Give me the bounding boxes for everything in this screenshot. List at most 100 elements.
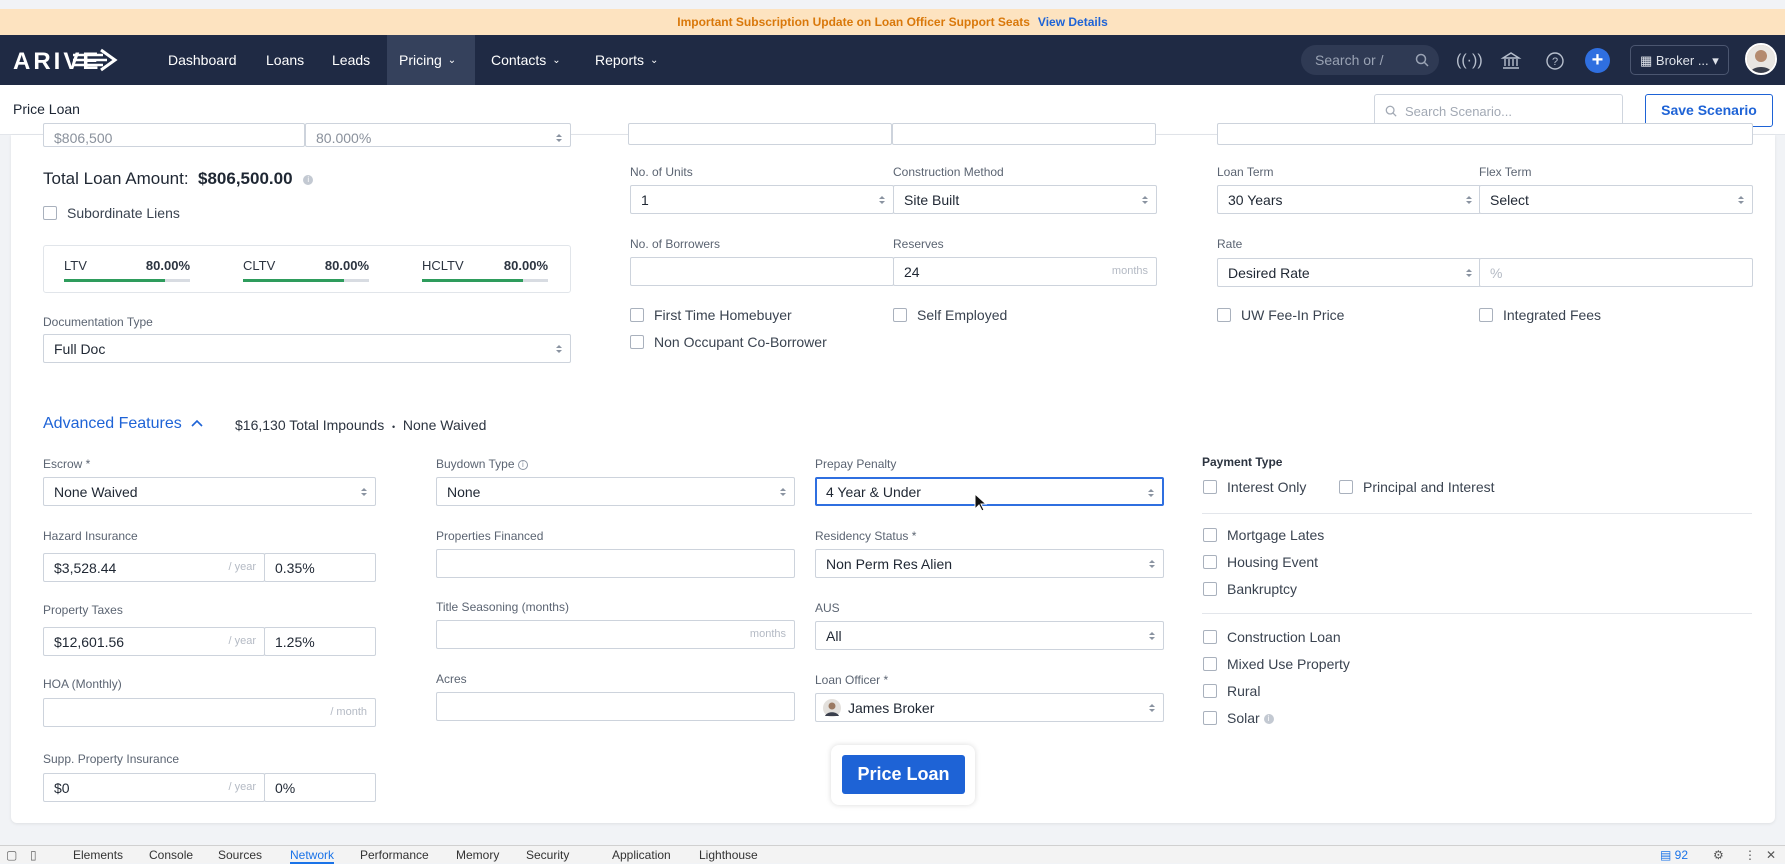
price-loan-button[interactable]: Price Loan xyxy=(842,755,965,794)
message-badge[interactable]: ▤ 92 xyxy=(1660,848,1688,862)
flex-term-select[interactable]: Select xyxy=(1479,185,1753,214)
cltv-meter: CLTV 80.00% xyxy=(243,258,369,282)
device-toggle-icon[interactable]: ▯ xyxy=(30,848,37,862)
loan-purpose-field[interactable] xyxy=(1217,123,1753,145)
solar-checkbox[interactable] xyxy=(1203,711,1217,725)
devtools-tab-memory[interactable]: Memory xyxy=(456,848,499,862)
loan-term-select[interactable]: 30 Years xyxy=(1217,185,1481,214)
ltv-percent-field[interactable]: 80.000% xyxy=(305,123,571,147)
devtools-tab-performance[interactable]: Performance xyxy=(360,848,429,862)
rate-input[interactable]: % xyxy=(1479,258,1753,287)
user-avatar[interactable] xyxy=(1745,43,1777,75)
price-loan-container: Price Loan xyxy=(831,745,975,805)
units-label: No. of Units xyxy=(630,165,693,179)
hoa-input[interactable]: / month xyxy=(43,698,376,727)
self-employed-label: Self Employed xyxy=(917,307,1008,323)
chevron-down-icon: ⌄ xyxy=(552,54,561,66)
nav-dashboard[interactable]: Dashboard xyxy=(156,35,249,85)
devtools-tab-lighthouse[interactable]: Lighthouse xyxy=(699,848,758,862)
subordinate-liens-checkbox[interactable] xyxy=(43,206,57,220)
construction-loan-checkbox[interactable] xyxy=(1203,630,1217,644)
acres-input[interactable] xyxy=(436,692,795,721)
nav-contacts[interactable]: Contacts ⌄ xyxy=(479,35,573,85)
buydown-select[interactable]: None xyxy=(436,477,795,506)
property-type-field[interactable] xyxy=(892,123,1156,145)
devtools-tab-sources[interactable]: Sources xyxy=(218,848,262,862)
housing-event-label: Housing Event xyxy=(1227,554,1319,570)
interest-only-checkbox[interactable] xyxy=(1203,480,1217,494)
integrated-fees-checkbox[interactable] xyxy=(1479,308,1493,322)
hazard-amount-input[interactable]: $3,528.44/ year xyxy=(43,553,265,582)
supp-amount-input[interactable]: $0/ year xyxy=(43,773,265,802)
doc-type-select[interactable]: Full Doc xyxy=(43,334,571,363)
hazard-percent-input[interactable]: 0.35% xyxy=(264,553,376,582)
inspect-icon[interactable]: ▢ xyxy=(6,848,17,862)
close-icon[interactable]: ✕ xyxy=(1766,848,1776,862)
divider xyxy=(1202,613,1752,614)
title-seasoning-label: Title Seasoning (months) xyxy=(436,600,569,614)
officer-avatar xyxy=(823,699,841,717)
mixed-use-checkbox[interactable] xyxy=(1203,657,1217,671)
help-icon[interactable]: ? xyxy=(1544,50,1566,72)
reserves-label: Reserves xyxy=(893,237,944,251)
loan-amount-field[interactable]: $806,500 xyxy=(43,123,305,147)
borrowers-label: No. of Borrowers xyxy=(630,237,721,251)
aus-select[interactable]: All xyxy=(815,621,1164,650)
subordinate-liens-label: Subordinate Liens xyxy=(67,205,180,221)
global-search-input[interactable]: Search or / xyxy=(1301,45,1439,75)
gear-icon[interactable]: ⚙ xyxy=(1713,848,1724,862)
devtools-tab-elements[interactable]: Elements xyxy=(73,848,123,862)
plus-icon[interactable]: + xyxy=(1585,48,1610,73)
prepay-select[interactable]: 4 Year & Under xyxy=(815,477,1164,506)
broadcast-icon[interactable]: ((·)) xyxy=(1456,50,1483,72)
mixed-use-label: Mixed Use Property xyxy=(1227,656,1350,672)
nav-loans[interactable]: Loans xyxy=(254,35,316,85)
integrated-fees-label: Integrated Fees xyxy=(1503,307,1602,323)
uw-fee-checkbox[interactable] xyxy=(1217,308,1231,322)
taxes-percent-input[interactable]: 1.25% xyxy=(264,627,376,656)
chevron-up-icon xyxy=(191,419,203,427)
nav-leads[interactable]: Leads xyxy=(320,35,382,85)
devtools-tab-network[interactable]: Network xyxy=(290,848,335,864)
first-time-homebuyer-checkbox[interactable] xyxy=(630,308,644,322)
info-icon: i xyxy=(517,459,528,470)
units-select[interactable]: 1 xyxy=(630,185,894,214)
view-details-link[interactable]: View Details xyxy=(1038,15,1108,29)
devtools-tab-application[interactable]: Application xyxy=(612,848,671,862)
mortgage-lates-checkbox[interactable] xyxy=(1203,528,1217,542)
principal-interest-checkbox[interactable] xyxy=(1339,480,1353,494)
construction-select[interactable]: Site Built xyxy=(893,185,1157,214)
borrowers-input[interactable] xyxy=(630,257,894,286)
props-financed-label: Properties Financed xyxy=(436,529,544,543)
self-employed-checkbox[interactable] xyxy=(893,308,907,322)
occupancy-field[interactable] xyxy=(628,123,892,145)
divider xyxy=(1202,513,1752,514)
chevron-down-icon: ▾ xyxy=(1712,53,1719,68)
housing-event-checkbox[interactable] xyxy=(1203,555,1217,569)
devtools-tab-console[interactable]: Console xyxy=(149,848,193,862)
taxes-amount-input[interactable]: $12,601.56/ year xyxy=(43,627,265,656)
more-icon[interactable]: ⋮ xyxy=(1744,848,1756,862)
escrow-select[interactable]: None Waived xyxy=(43,477,376,506)
bank-icon[interactable] xyxy=(1500,50,1522,72)
nav-pricing[interactable]: Pricing ⌄ xyxy=(387,35,475,85)
advanced-features-toggle[interactable]: Advanced Features xyxy=(43,415,204,433)
rate-type-select[interactable]: Desired Rate xyxy=(1217,258,1481,287)
taxes-label: Property Taxes xyxy=(43,603,123,617)
title-seasoning-input[interactable]: months xyxy=(436,620,795,649)
loan-officer-select[interactable]: James Broker xyxy=(815,693,1164,722)
broker-menu[interactable]: ▦ Broker ... ▾ xyxy=(1630,45,1729,75)
supp-percent-input[interactable]: 0% xyxy=(264,773,376,802)
reserves-input[interactable]: 24 months xyxy=(893,257,1157,286)
devtools-tab-security[interactable]: Security xyxy=(526,848,569,862)
chevron-down-icon: ⌄ xyxy=(650,54,659,66)
rate-label: Rate xyxy=(1217,237,1243,251)
page-title: Price Loan xyxy=(13,101,80,117)
non-occupant-checkbox[interactable] xyxy=(630,335,644,349)
bankruptcy-checkbox[interactable] xyxy=(1203,582,1217,596)
nav-reports[interactable]: Reports ⌄ xyxy=(583,35,670,85)
chevron-down-icon: ⌄ xyxy=(447,54,457,66)
residency-select[interactable]: Non Perm Res Alien xyxy=(815,549,1164,578)
rural-checkbox[interactable] xyxy=(1203,684,1217,698)
props-financed-input[interactable] xyxy=(436,549,795,578)
